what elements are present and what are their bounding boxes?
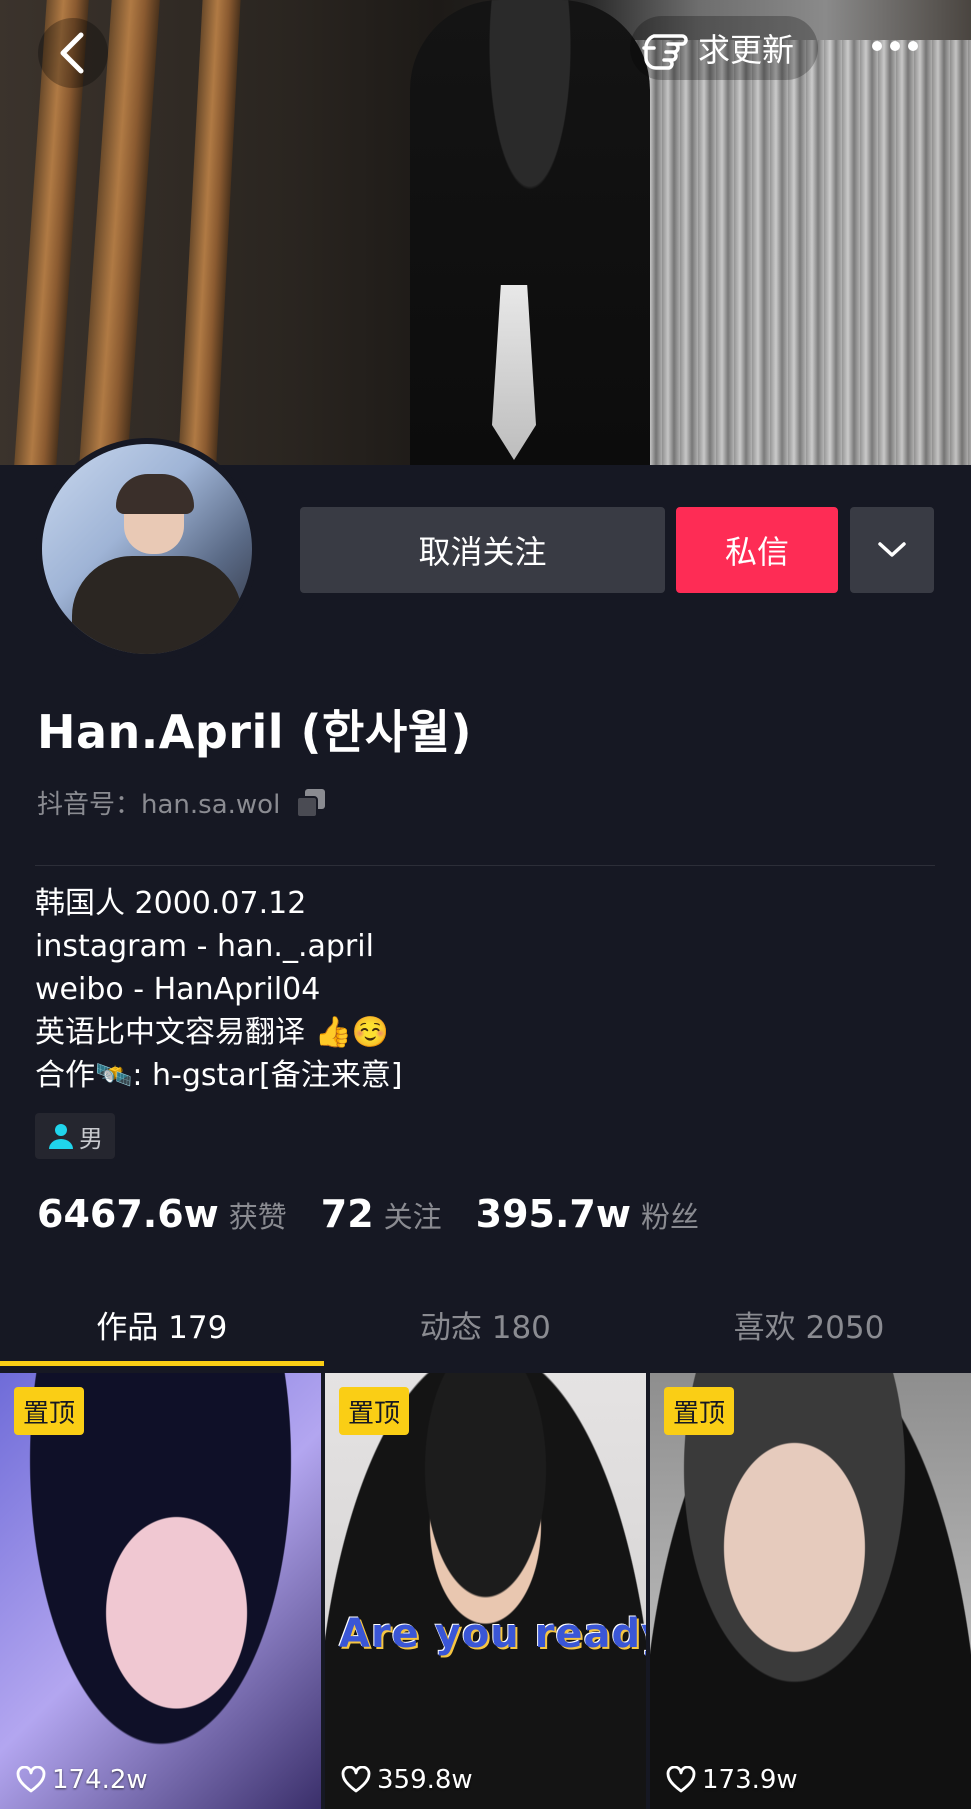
bio-line: weibo - HanApril04 [35,972,321,1007]
heart-icon [16,1766,46,1793]
stat-likes[interactable]: 6467.6w 获赞 [37,1192,287,1236]
divider [35,865,935,866]
pinned-badge: 置顶 [339,1387,410,1435]
douyin-id: 抖音号：han.sa.wol [37,790,281,820]
content-tabs: 作品 179 动态 180 喜欢 2050 [0,1282,971,1366]
more-dots-icon [872,41,918,51]
likes-count: 173.9w [702,1765,798,1795]
profile-page: 求更新 取消关注 私信 Han.April (한사월) 抖音号：han.sa.w… [0,0,971,1809]
heart-icon [666,1766,696,1793]
likes-count: 359.8w [377,1765,473,1795]
bio: 韩国人 2000.07.12 instagram - han._.april w… [35,882,935,1097]
request-update-label: 求更新 [698,31,795,69]
stat-label: 粉丝 [640,1200,699,1234]
profile-name: Han.April (한사월) [37,705,473,759]
recommend-dropdown-button[interactable] [850,507,934,593]
chevron-down-icon [878,542,906,557]
video-likes: 173.9w [666,1765,798,1795]
gender-label: 男 [79,1124,103,1153]
video-caption: Are you ready? [339,1611,646,1657]
video-tile[interactable]: 置顶 174.2w [0,1373,321,1809]
request-update-button[interactable]: 求更新 [630,16,819,80]
stat-value: 6467.6w [37,1192,219,1236]
tab-likes[interactable]: 喜欢 2050 [647,1282,971,1366]
bio-line: 韩国人 2000.07.12 [35,886,307,921]
back-button[interactable] [38,18,108,88]
stat-value: 72 [320,1192,374,1236]
more-button[interactable] [860,18,930,74]
message-button[interactable]: 私信 [676,507,838,593]
tab-works[interactable]: 作品 179 [0,1282,324,1366]
bio-line: instagram - han._.april [35,929,374,964]
person-icon [49,1124,73,1149]
unfollow-button[interactable]: 取消关注 [300,507,665,593]
heart-icon [341,1766,371,1793]
pointing-hand-icon [642,34,688,70]
bio-line: 合作🛰️: h-gstar[备注来意] [35,1058,403,1093]
douyin-id-row: 抖音号：han.sa.wol [37,784,328,821]
stat-following[interactable]: 72 关注 [321,1192,442,1236]
cover-beam [176,0,242,465]
tab-posts[interactable]: 动态 180 [324,1282,648,1366]
cover-photo[interactable]: 求更新 [0,0,971,465]
video-grid: 置顶 174.2w 置顶 Are you ready? 359.8w 置顶 [0,1373,971,1809]
likes-count: 174.2w [52,1765,148,1795]
chevron-left-icon [60,32,84,74]
stat-value: 395.7w [475,1192,631,1236]
pinned-badge: 置顶 [14,1387,85,1435]
copy-icon[interactable] [294,786,328,820]
stat-followers[interactable]: 395.7w 粉丝 [476,1192,699,1236]
video-tile[interactable]: 置顶 Are you ready? 359.8w [325,1373,646,1809]
gender-tag: 男 [35,1113,115,1159]
avatar[interactable] [36,438,258,660]
stat-label: 关注 [383,1200,442,1234]
video-likes: 174.2w [16,1765,148,1795]
pinned-badge: 置顶 [664,1387,735,1435]
bio-line: 英语比中文容易翻译 👍☺️ [35,1015,390,1050]
video-tile[interactable]: 置顶 173.9w [650,1373,971,1809]
video-likes: 359.8w [341,1765,473,1795]
stat-label: 获赞 [228,1200,287,1234]
stats-row: 6467.6w 获赞 72 关注 395.7w 粉丝 [37,1192,733,1236]
